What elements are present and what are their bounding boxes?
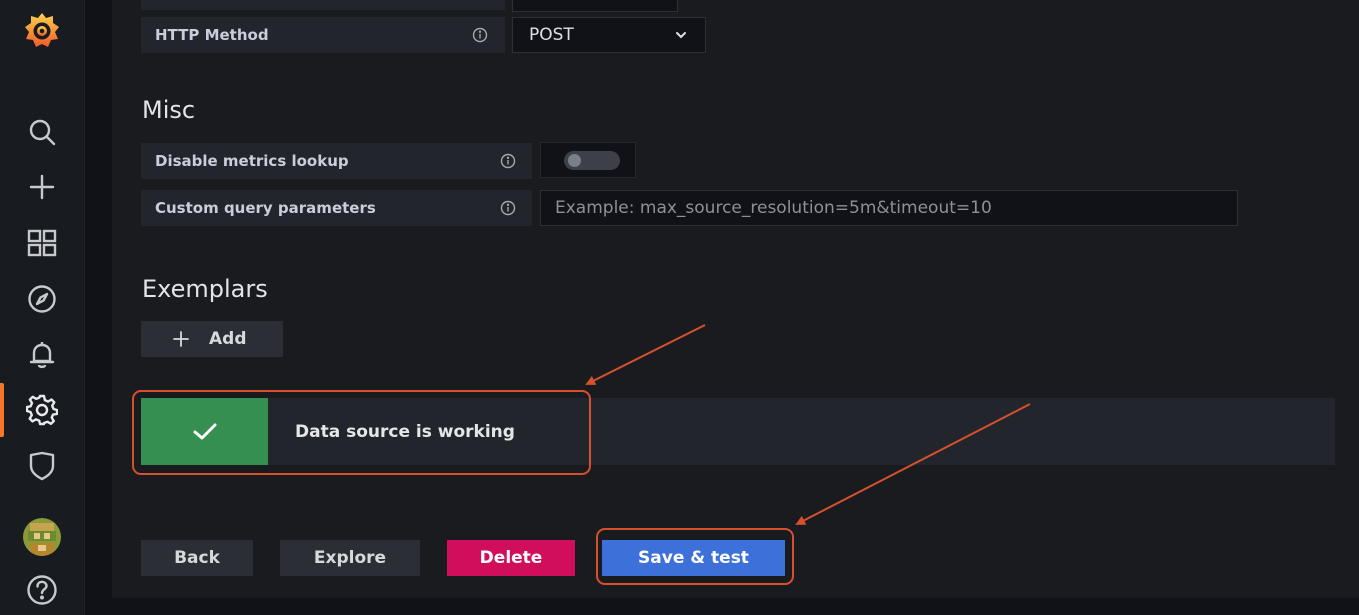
search-icon[interactable] — [14, 110, 70, 154]
server-admin-shield-icon[interactable] — [14, 444, 70, 488]
user-avatar[interactable] — [14, 515, 70, 559]
back-button[interactable]: Back — [141, 540, 253, 576]
alert-success-icon-box — [141, 398, 268, 465]
chevron-down-icon — [676, 32, 686, 39]
add-exemplar-label: Add — [209, 329, 247, 349]
http-method-label: HTTP Method — [141, 17, 505, 53]
disable-metrics-label: Disable metrics lookup — [141, 143, 532, 179]
active-nav-indicator — [0, 383, 4, 437]
grafana-logo-icon[interactable] — [14, 9, 70, 53]
http-method-label-text: HTTP Method — [155, 26, 269, 44]
create-plus-icon[interactable] — [14, 165, 70, 209]
info-icon[interactable] — [472, 27, 488, 43]
main-content — [112, 0, 1359, 598]
add-exemplar-button[interactable]: Add — [141, 321, 283, 357]
disable-metrics-label-text: Disable metrics lookup — [155, 152, 349, 170]
exemplars-heading: Exemplars — [142, 275, 268, 303]
alert-message: Data source is working — [295, 421, 515, 442]
custom-query-params-label: Custom query parameters — [141, 190, 532, 226]
disable-metrics-toggle[interactable] — [540, 142, 636, 178]
alerting-bell-icon[interactable] — [14, 333, 70, 377]
http-method-value: POST — [529, 25, 574, 45]
custom-query-params-label-text: Custom query parameters — [155, 199, 376, 217]
explore-button[interactable]: Explore — [280, 540, 420, 576]
misc-heading: Misc — [142, 96, 196, 124]
test-result-alert: Data source is working — [141, 398, 1335, 465]
custom-query-params-input[interactable] — [540, 190, 1238, 226]
dashboards-grid-icon[interactable] — [14, 221, 70, 265]
plus-icon — [173, 331, 189, 347]
http-method-select[interactable]: POST — [512, 17, 706, 53]
toggle-track — [564, 151, 620, 170]
input-above[interactable] — [512, 0, 678, 12]
page-bottom — [85, 598, 1359, 615]
explore-compass-icon[interactable] — [14, 277, 70, 321]
toggle-knob — [568, 154, 581, 167]
delete-button[interactable]: Delete — [447, 540, 575, 576]
sidebar — [0, 0, 85, 615]
info-icon[interactable] — [500, 153, 516, 169]
field-label-above — [141, 0, 505, 10]
info-icon[interactable] — [500, 200, 516, 216]
check-icon — [193, 423, 216, 439]
save-and-test-button[interactable]: Save & test — [602, 540, 785, 576]
help-icon[interactable] — [14, 568, 70, 612]
configuration-gear-icon[interactable] — [14, 388, 70, 432]
